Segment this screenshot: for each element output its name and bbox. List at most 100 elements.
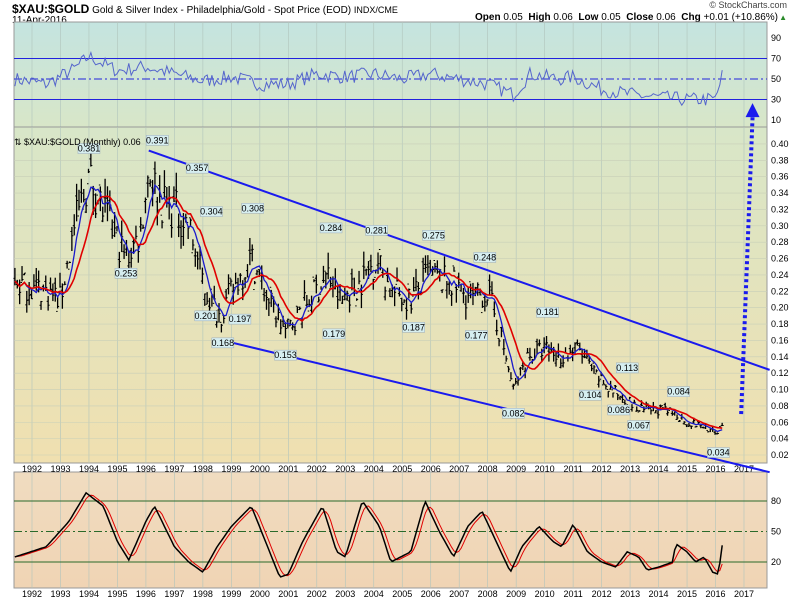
y-tick-label: 0.10 bbox=[771, 385, 789, 395]
annotation-label: 0.113 bbox=[616, 363, 638, 373]
x-tick-label: 2013 bbox=[620, 589, 640, 599]
x-tick-label: 2005 bbox=[392, 464, 412, 474]
annotation-label: 0.181 bbox=[536, 307, 559, 317]
x-tick-label: 1996 bbox=[136, 464, 156, 474]
x-tick-label: 2004 bbox=[364, 589, 384, 599]
x-tick-label: 2002 bbox=[307, 589, 327, 599]
x-tick-label: 1993 bbox=[50, 589, 70, 599]
annotation-label: 0.187 bbox=[402, 322, 425, 332]
x-tick-label: 2009 bbox=[506, 464, 526, 474]
y-tick-label: 0.30 bbox=[771, 221, 789, 231]
annotation-label: 0.086 bbox=[607, 405, 630, 415]
x-tick-label: 2010 bbox=[535, 464, 555, 474]
x-tick-label: 1998 bbox=[193, 464, 213, 474]
annotation-label: 0.304 bbox=[200, 207, 223, 217]
x-tick-label: 2003 bbox=[335, 589, 355, 599]
y-tick-label: 0.24 bbox=[771, 270, 789, 280]
x-tick-label: 2009 bbox=[506, 589, 526, 599]
x-tick-label: 2005 bbox=[392, 589, 412, 599]
annotation-label: 0.201 bbox=[194, 311, 217, 321]
annotation-label: 0.308 bbox=[241, 203, 264, 213]
annotation-label: 0.275 bbox=[422, 230, 445, 240]
annotation-label: 0.153 bbox=[274, 350, 297, 360]
x-tick-label: 2001 bbox=[278, 589, 298, 599]
x-tick-label: 2008 bbox=[478, 589, 498, 599]
y-tick-label: 0.04 bbox=[771, 434, 789, 444]
annotation-label: 0.248 bbox=[474, 252, 497, 262]
x-tick-label: 2016 bbox=[706, 464, 726, 474]
x-tick-label: 2000 bbox=[250, 464, 270, 474]
x-tick-label: 2007 bbox=[449, 589, 469, 599]
x-tick-label: 2013 bbox=[620, 464, 640, 474]
annotation-label: 0.084 bbox=[667, 387, 690, 397]
x-tick-label: 2008 bbox=[478, 464, 498, 474]
x-tick-label: 2002 bbox=[307, 464, 327, 474]
x-tick-label: 1999 bbox=[221, 589, 241, 599]
y-tick-label: 10 bbox=[771, 115, 781, 125]
x-tick-label: 2015 bbox=[677, 464, 697, 474]
x-tick-label: 2011 bbox=[563, 589, 582, 599]
x-tick-label: 2004 bbox=[364, 464, 384, 474]
y-tick-label: 0.38 bbox=[771, 155, 789, 165]
rsi-y-axis: 90 70 50 30 10 bbox=[771, 33, 781, 125]
x-tick-label: 2012 bbox=[592, 589, 612, 599]
x-tick-label: 1993 bbox=[50, 464, 70, 474]
stock-chart: $XAU:$GOLD Gold & Silver Index - Philade… bbox=[0, 0, 800, 601]
x-tick-label: 2010 bbox=[535, 589, 555, 599]
annotation-label: 0.104 bbox=[579, 390, 602, 400]
x-tick-label: 2016 bbox=[706, 589, 726, 599]
x-tick-label: 2012 bbox=[592, 464, 612, 474]
annotation-label: 0.067 bbox=[627, 421, 650, 431]
y-tick-label: 0.20 bbox=[771, 303, 789, 313]
chart-canvas: 0.40 0.38 0.36 0.34 0.32 0.30 0.28 0.26 0.24 0.22… bbox=[13, 21, 789, 599]
y-tick-label: 0.22 bbox=[771, 286, 789, 296]
annotation-label: 0.281 bbox=[365, 225, 388, 235]
annotation-label: 0.253 bbox=[115, 268, 138, 278]
y-tick-label: 0.06 bbox=[771, 417, 789, 427]
annotation-label: 0.177 bbox=[465, 330, 488, 340]
x-tick-label: 1992 bbox=[22, 464, 42, 474]
x-tick-label: 1994 bbox=[79, 464, 99, 474]
y-tick-label: 50 bbox=[771, 527, 781, 537]
x-tick-label: 2007 bbox=[449, 464, 469, 474]
y-tick-label: 0.36 bbox=[771, 172, 789, 182]
x-tick-label: 2017 bbox=[734, 589, 754, 599]
y-tick-label: 0.14 bbox=[771, 352, 789, 362]
x-tick-label: 1998 bbox=[193, 589, 213, 599]
y-tick-label: 70 bbox=[771, 54, 781, 64]
annotation-label: 0.357 bbox=[186, 163, 209, 173]
x-tick-label: 1995 bbox=[107, 589, 127, 599]
x-tick-label: 2001 bbox=[278, 464, 298, 474]
y-tick-label: 0.28 bbox=[771, 237, 789, 247]
x-tick-label: 2006 bbox=[421, 589, 441, 599]
y-tick-label: 0.02 bbox=[771, 450, 789, 460]
x-tick-label: 2011 bbox=[563, 464, 582, 474]
y-tick-label: 80 bbox=[771, 496, 781, 506]
y-tick-label: 0.40 bbox=[771, 139, 789, 149]
annotation-label: 0.284 bbox=[320, 223, 343, 233]
stochastic-panel-background bbox=[13, 471, 768, 589]
annotation-label: 0.082 bbox=[502, 408, 525, 418]
x-tick-label: 1994 bbox=[79, 589, 99, 599]
legend-text: $XAU:$GOLD (Monthly) 0.06 bbox=[24, 137, 141, 147]
rsi-panel-background bbox=[13, 21, 768, 128]
x-tick-label: 1992 bbox=[22, 589, 42, 599]
x-tick-label: 2003 bbox=[335, 464, 355, 474]
annotation-label: 0.034 bbox=[707, 448, 730, 458]
y-tick-label: 0.12 bbox=[771, 368, 789, 378]
x-tick-label: 1995 bbox=[107, 464, 127, 474]
y-tick-label: 90 bbox=[771, 33, 781, 43]
y-tick-label: 50 bbox=[771, 74, 781, 84]
x-tick-label: 2015 bbox=[677, 589, 697, 599]
x-tick-label: 1997 bbox=[164, 589, 184, 599]
stochastic-x-axis: 1992 1993 1994 1995 1996 1997 1998 1999 2000 2001… bbox=[22, 589, 754, 599]
x-tick-label: 1996 bbox=[136, 589, 156, 599]
y-tick-label: 0.08 bbox=[771, 401, 789, 411]
x-tick-label: 1997 bbox=[164, 464, 184, 474]
y-tick-label: 20 bbox=[771, 557, 781, 567]
x-tick-label: 2014 bbox=[649, 589, 669, 599]
x-tick-label: 1999 bbox=[221, 464, 241, 474]
y-tick-label: 0.32 bbox=[771, 204, 789, 214]
y-tick-label: 0.26 bbox=[771, 254, 789, 264]
price-legend: ⇅ $XAU:$GOLD (Monthly) 0.06 bbox=[14, 137, 141, 147]
